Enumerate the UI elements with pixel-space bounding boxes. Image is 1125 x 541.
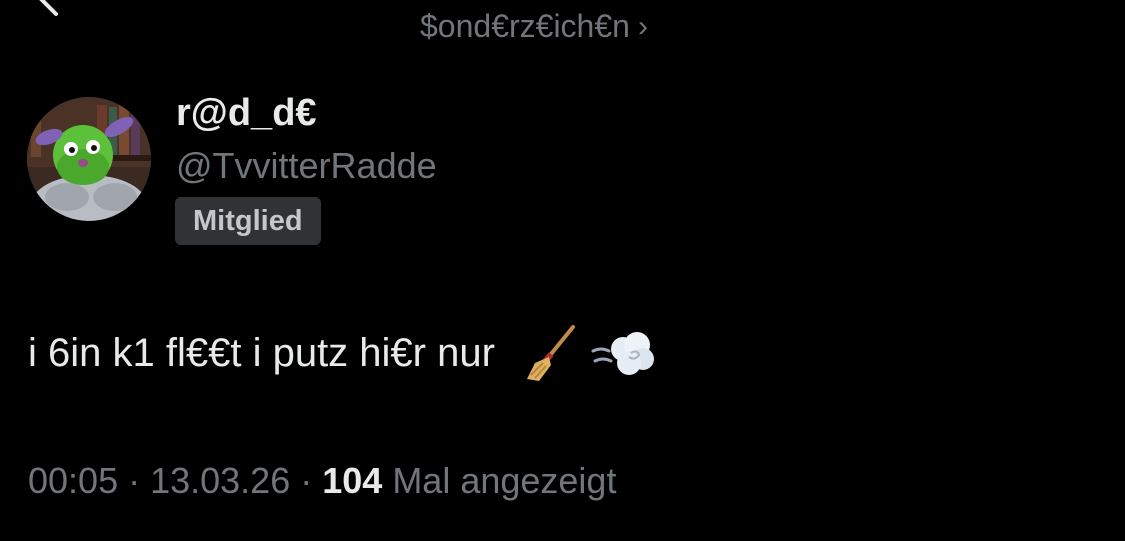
broom-icon — [526, 325, 575, 381]
community-link[interactable]: $ond€rz€ich€n › — [420, 8, 648, 45]
avatar-image — [27, 97, 151, 221]
post-body: i 6in k1 fl€€t i putz hi€r nur — [28, 323, 655, 383]
dashing-away-icon — [591, 332, 654, 375]
chevron-right-icon: › — [637, 9, 648, 43]
back-arrow-icon[interactable] — [28, 0, 68, 18]
views-label: Mal angezeigt — [382, 460, 617, 501]
post-meta: 00:05 · 13.03.26 · 104 Mal angezeigt — [28, 460, 616, 502]
meta-separator: · — [290, 460, 323, 501]
views-count: 104 — [322, 460, 383, 501]
user-handle[interactable]: @TvvitterRadde — [176, 145, 437, 187]
meta-separator: · — [118, 460, 151, 501]
community-name: $ond€rz€ich€n — [420, 8, 630, 44]
post-date[interactable]: 13.03.26 — [150, 460, 290, 502]
display-name[interactable]: r@d_d€ — [176, 92, 317, 135]
post-time[interactable]: 00:05 — [28, 460, 118, 502]
member-badge[interactable]: Mitglied — [175, 197, 321, 245]
post-text: i 6in k1 fl€€t i putz hi€r nur — [28, 330, 495, 375]
avatar[interactable] — [27, 97, 151, 221]
